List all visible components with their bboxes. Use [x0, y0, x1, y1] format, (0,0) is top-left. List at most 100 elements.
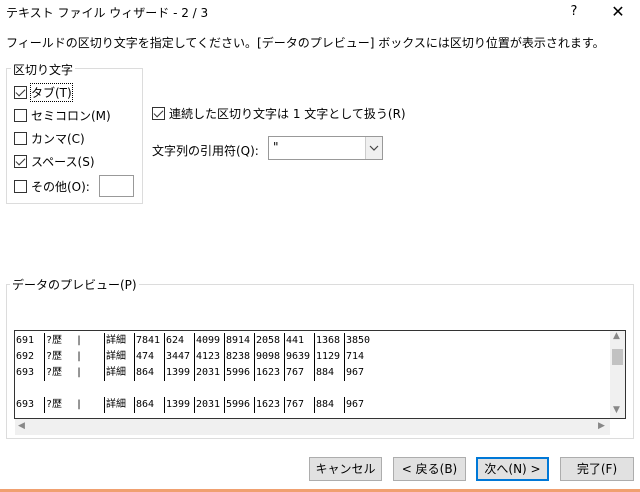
column-separator [224, 365, 225, 381]
chevron-down-icon[interactable] [365, 137, 382, 159]
text-qualifier-label: 文字列の引用符(Q): [152, 144, 259, 158]
column-separator [134, 349, 135, 365]
preview-cell: 864 [136, 367, 155, 378]
column-separator [164, 397, 165, 413]
text-qualifier-select[interactable]: " [268, 136, 383, 160]
preview-cell: 624 [166, 335, 185, 346]
preview-cell: ?歴 [46, 399, 63, 410]
column-separator [194, 365, 195, 381]
preview-cell: | [76, 351, 83, 362]
text-qualifier-value: " [273, 140, 279, 154]
column-separator [284, 365, 285, 381]
preview-cell: 693 [16, 399, 35, 410]
scroll-up-icon[interactable]: ▲ [613, 331, 620, 341]
column-separator [194, 397, 195, 413]
other-checkbox-row[interactable]: その他(O): [14, 177, 90, 195]
column-separator [344, 333, 345, 349]
consecutive-label: 連続した区切り文字は 1 文字として扱う(R) [169, 106, 406, 121]
comma-label: カンマ(C) [31, 131, 85, 146]
help-button[interactable]: ? [560, 0, 588, 24]
data-preview[interactable]: 691 ?歴 | 詳細 7841 624 4099 8914 2058 441 1368 3850 69… [14, 330, 626, 419]
preview-cell: 2058 [256, 335, 281, 346]
preview-cell: | [76, 399, 83, 410]
preview-cell: 3850 [346, 335, 371, 346]
space-label: スペース(S) [31, 154, 95, 169]
column-separator [254, 365, 255, 381]
preview-cell: | [76, 335, 83, 346]
preview-cell: 8238 [226, 351, 251, 362]
preview-cell: 1399 [166, 367, 191, 378]
preview-cell: 5996 [226, 367, 251, 378]
consecutive-checkbox-row[interactable]: 連続した区切り文字は 1 文字として扱う(R) [152, 104, 406, 122]
column-separator [254, 333, 255, 349]
column-separator [284, 333, 285, 349]
preview-cell: 967 [346, 367, 365, 378]
space-checkbox[interactable] [14, 154, 27, 168]
preview-row: 693 ?歴 | 詳細 864 1399 2031 5996 1623 767 884 967 [15, 365, 615, 381]
column-separator [164, 365, 165, 381]
column-separator [284, 397, 285, 413]
preview-cell: 714 [346, 351, 365, 362]
scroll-right-icon[interactable]: ▶ [598, 421, 605, 431]
preview-cell: 474 [136, 351, 155, 362]
cancel-button[interactable]: キャンセル [309, 457, 382, 481]
column-separator [224, 333, 225, 349]
preview-cell: 967 [346, 399, 365, 410]
vertical-scroll-thumb[interactable] [612, 349, 623, 365]
preview-cell: 691 [16, 335, 35, 346]
comma-checkbox[interactable] [14, 131, 27, 145]
preview-cell: 1623 [256, 399, 281, 410]
instruction-text: フィールドの区切り文字を指定してください。[データのプレビュー] ボックスには区… [6, 36, 605, 50]
semicolon-checkbox-row[interactable]: セミコロン(M) [14, 106, 111, 124]
scroll-down-icon[interactable]: ▼ [613, 405, 620, 415]
column-separator [314, 397, 315, 413]
preview-row: 691 ?歴 | 詳細 7841 624 4099 8914 2058 441 1368 3850 [15, 333, 615, 349]
preview-cell: ?歴 [46, 335, 63, 346]
vertical-scrollbar[interactable]: ▲ ▼ [610, 331, 625, 418]
window-title: テキスト ファイル ウィザード - 2 / 3 [6, 6, 209, 20]
preview-cell: 4123 [196, 351, 221, 362]
consecutive-checkbox[interactable] [152, 106, 165, 120]
preview-cell: 1399 [166, 399, 191, 410]
space-checkbox-row[interactable]: スペース(S) [14, 152, 95, 170]
semicolon-label: セミコロン(M) [31, 108, 111, 123]
column-separator [194, 333, 195, 349]
other-checkbox[interactable] [14, 179, 27, 193]
preview-cell: 2031 [196, 367, 221, 378]
column-separator [344, 365, 345, 381]
comma-checkbox-row[interactable]: カンマ(C) [14, 129, 85, 147]
tab-checkbox-row[interactable]: タブ(T) [14, 82, 73, 102]
column-separator [254, 349, 255, 365]
column-separator [44, 349, 45, 365]
preview-cell: 5996 [226, 399, 251, 410]
back-button[interactable]: < 戻る(B) [393, 457, 466, 481]
preview-cell: 詳細 [106, 367, 126, 378]
semicolon-checkbox[interactable] [14, 108, 27, 122]
column-separator [224, 349, 225, 365]
close-button[interactable]: ✕ [598, 0, 638, 24]
title-bar: テキスト ファイル ウィザード - 2 / 3 ? ✕ [0, 0, 640, 24]
preview-cell: 864 [136, 399, 155, 410]
preview-cell: 4099 [196, 335, 221, 346]
column-separator [224, 397, 225, 413]
column-separator [164, 349, 165, 365]
preview-cell: ?歴 [46, 367, 63, 378]
finish-button[interactable]: 完了(F) [560, 457, 634, 481]
preview-row [15, 381, 615, 397]
preview-cell: 8914 [226, 335, 251, 346]
preview-cell: ?歴 [46, 351, 63, 362]
other-delimiter-input[interactable] [99, 175, 134, 197]
scroll-left-icon[interactable]: ◀ [18, 421, 25, 431]
horizontal-scrollbar[interactable]: ◀ ▶ [15, 419, 610, 435]
column-separator [254, 397, 255, 413]
preview-cell: 詳細 [106, 399, 126, 410]
preview-cell: 3447 [166, 351, 191, 362]
tab-checkbox[interactable] [14, 85, 27, 99]
preview-cell: 9098 [256, 351, 281, 362]
next-button[interactable]: 次へ(N) > [476, 457, 549, 481]
preview-cell: 767 [286, 367, 305, 378]
preview-cell: 9639 [286, 351, 311, 362]
column-separator [194, 349, 195, 365]
column-separator [314, 333, 315, 349]
column-separator [44, 333, 45, 349]
